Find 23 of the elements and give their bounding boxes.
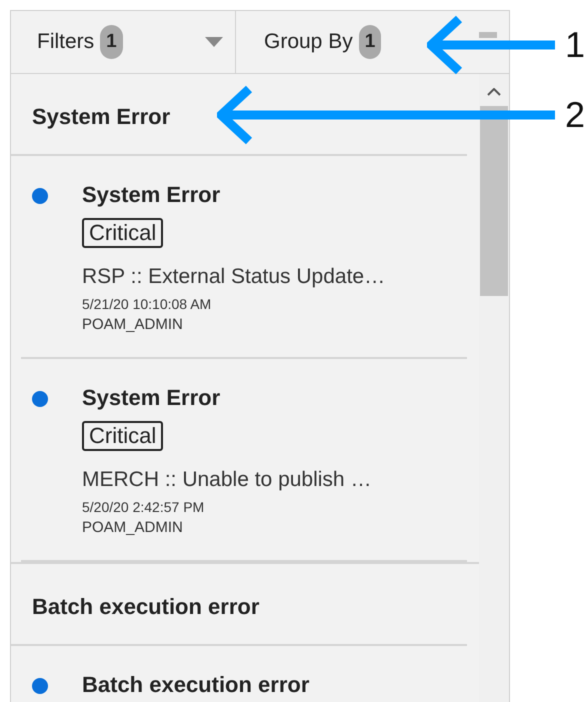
scroll-up-caret-icon[interactable] [487,88,501,96]
callout-number: 2 [565,94,586,136]
group-by-label: Group By [264,30,353,54]
notification-title: System Error [82,182,220,208]
severity-tag: Critical [82,421,164,451]
filter-count-badge: 1 [100,25,123,59]
group-count-badge: 1 [358,25,382,59]
minus-icon[interactable] [479,32,497,38]
notification-message: RSP :: External Status Update… [82,264,386,290]
notification-time: 5/20/20 2:42:57 PM [82,499,204,515]
callout-number: 1 [565,24,586,66]
notification-title: System Error [82,385,220,411]
notification-title: Batch execution error [82,672,310,698]
notification-time: 5/21/20 10:10:08 AM [82,296,212,312]
notification-user: POAM_ADMIN [82,519,183,536]
notification-user: POAM_ADMIN [82,316,183,333]
dropdown-triangle-icon[interactable] [205,37,223,47]
filters-label: Filters [37,30,94,54]
notification-message: MERCH :: Unable to publish … [82,467,372,493]
scrollbar-thumb[interactable] [480,106,508,296]
group-heading: Batch execution error [32,594,260,620]
severity-tag: Critical [82,218,164,248]
group-heading: System Error [32,104,170,130]
